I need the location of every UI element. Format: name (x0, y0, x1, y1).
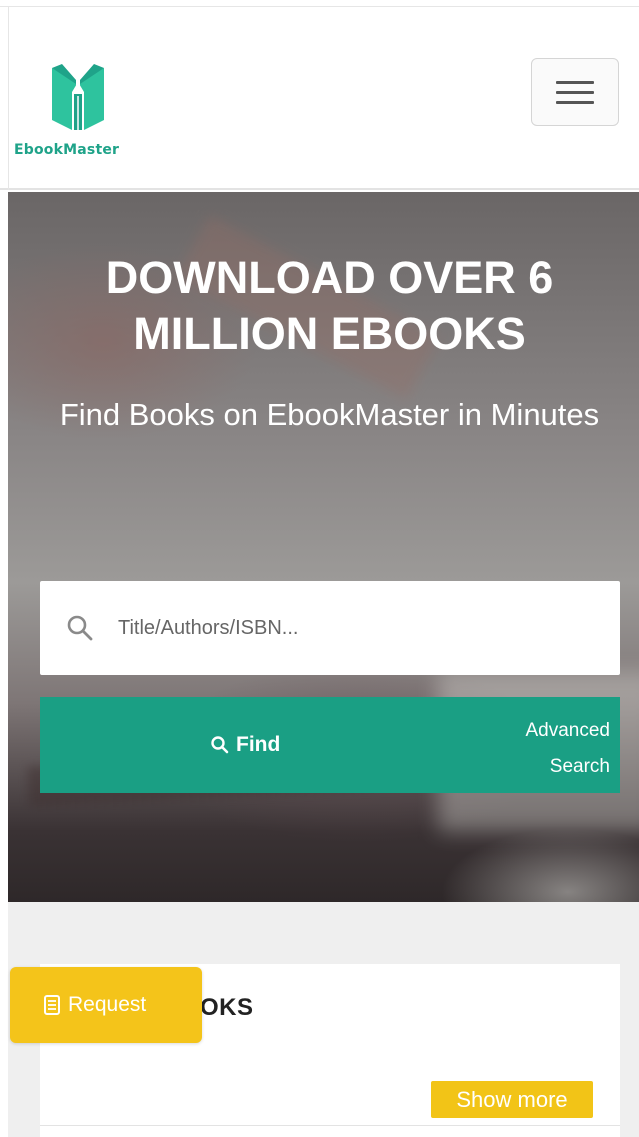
find-button-label: Find (236, 733, 281, 756)
search-icon (67, 615, 93, 641)
request-button[interactable]: Request (10, 967, 202, 1043)
card-divider (40, 1125, 620, 1126)
section-title: OKS (200, 994, 254, 1021)
advanced-search-link[interactable]: Advanced Search (480, 713, 610, 785)
find-button[interactable]: Find (210, 727, 280, 763)
hamburger-icon-bar (556, 91, 594, 94)
hamburger-icon (556, 81, 594, 84)
search-icon (211, 736, 229, 754)
hero-subtitle: Find Books on EbookMaster in Minutes (59, 397, 600, 432)
hero-title: DOWNLOAD OVER 6 MILLION EBOOKS (105, 252, 554, 359)
site-logo[interactable]: EbookMaster (14, 62, 164, 162)
search-box (40, 581, 620, 675)
search-actions-bar: Find Advanced Search (40, 697, 620, 793)
advanced-search-label-line2: Search (549, 756, 610, 777)
hamburger-icon-bar (556, 101, 594, 104)
logo-text: EbookMaster (14, 142, 120, 158)
menu-toggle-button[interactable] (531, 58, 619, 126)
open-book-pencil-icon (52, 64, 104, 132)
header-left-border (8, 6, 9, 190)
site-header: EbookMaster (0, 0, 639, 190)
request-button-label: Request (68, 993, 147, 1016)
header-top-border (0, 6, 639, 7)
advanced-search-label-line1: Advanced (525, 720, 610, 741)
hero-section: DOWNLOAD OVER 6 MILLION EBOOKS Find Book… (8, 192, 639, 902)
document-icon (44, 995, 60, 1015)
show-more-button[interactable]: Show more (431, 1081, 593, 1118)
search-input[interactable] (118, 605, 598, 651)
